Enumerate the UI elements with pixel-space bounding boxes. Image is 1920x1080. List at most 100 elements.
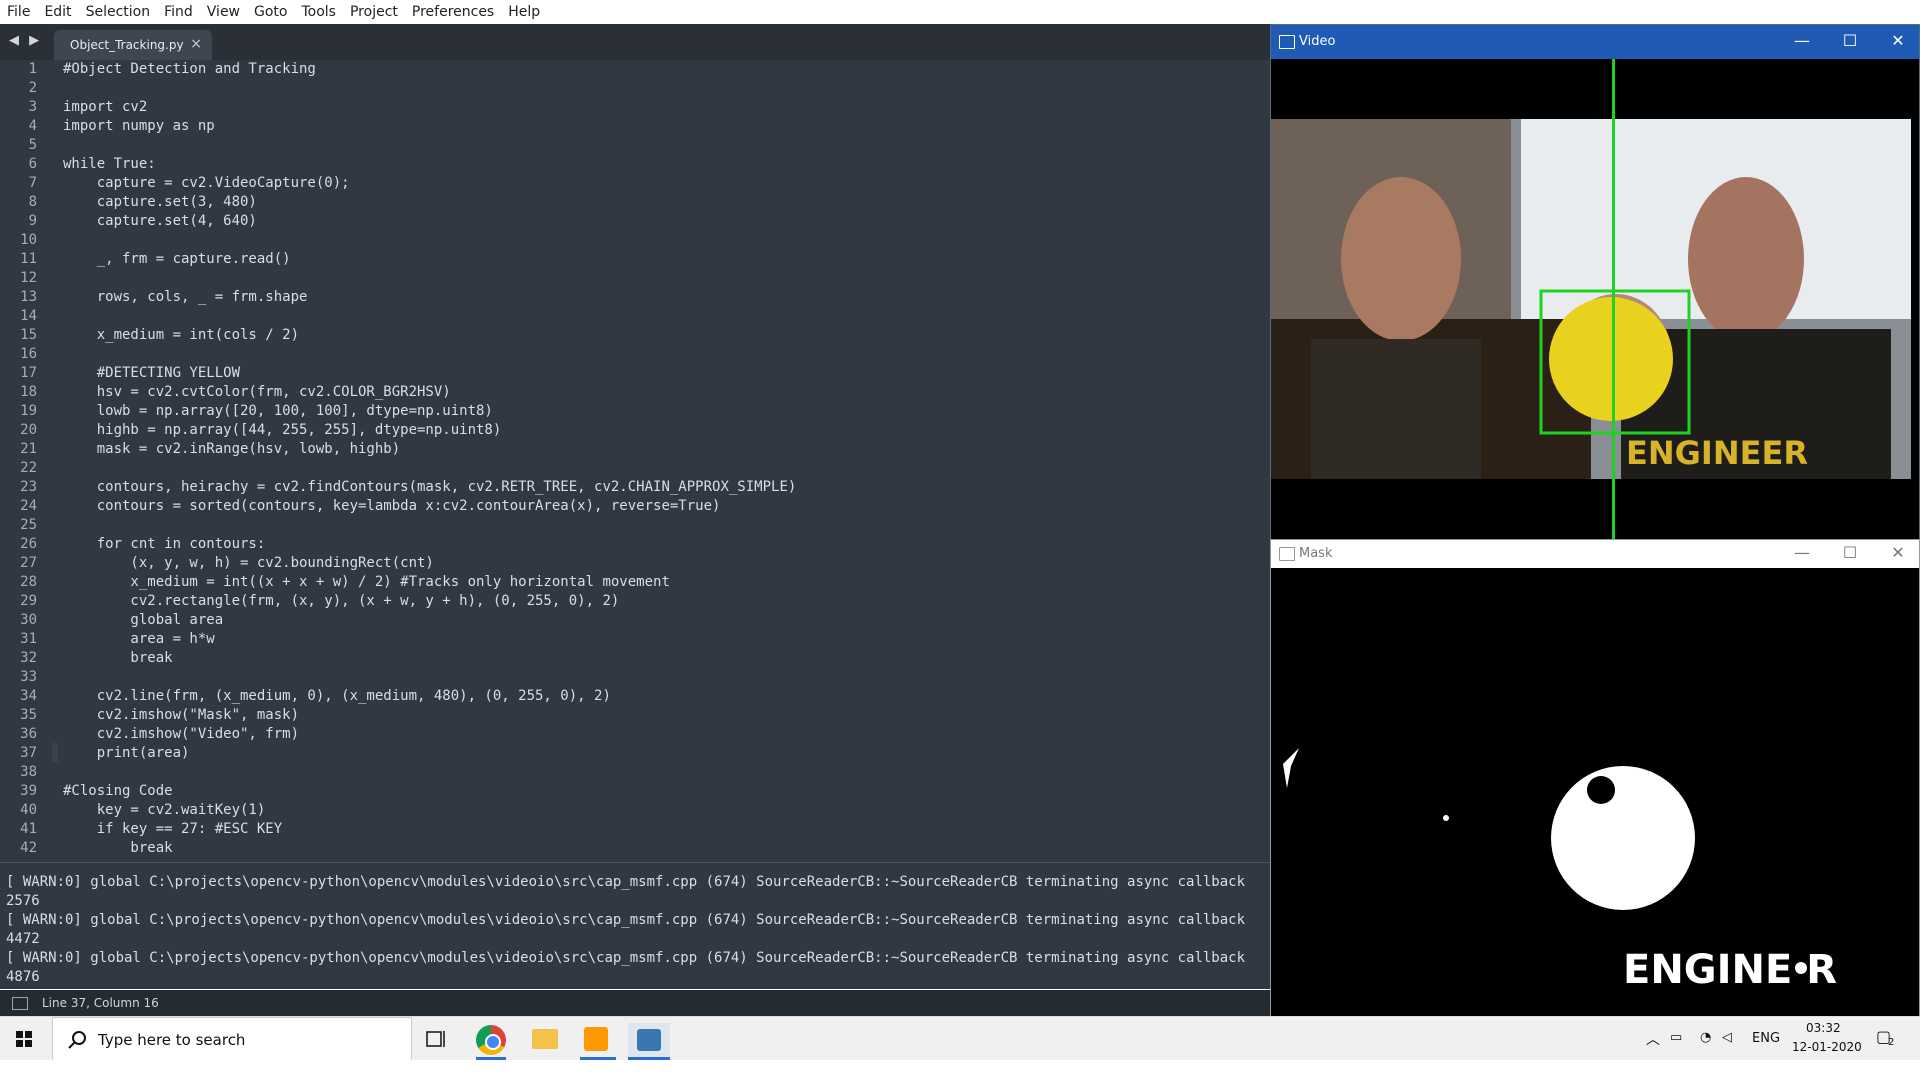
code-line: cv2.imshow("Mask", mask) — [63, 707, 300, 723]
line-number: 31 — [20, 631, 37, 647]
clock-date[interactable]: 12-01-2020 — [1792, 1040, 1862, 1054]
menu-preferences[interactable]: Preferences — [405, 4, 501, 20]
line-number: 33 — [20, 669, 37, 685]
language-indicator[interactable]: ENG — [1752, 1031, 1780, 1046]
python-app-button[interactable] — [628, 1023, 670, 1061]
code-line: hsv = cv2.cvtColor(frm, cv2.COLOR_BGR2HS… — [63, 384, 451, 400]
line-number: 26 — [20, 536, 37, 552]
menu-edit[interactable]: Edit — [37, 4, 78, 20]
line-number: 37 — [20, 745, 37, 761]
python-icon — [637, 1029, 661, 1051]
code-line: while True: — [63, 156, 156, 172]
menu-tools[interactable]: Tools — [294, 4, 343, 20]
menu-view[interactable]: View — [200, 4, 247, 20]
warning-line: [ WARN:0] global C:\projects\opencv-pyth… — [6, 950, 1246, 966]
search-placeholder: Type here to search — [98, 1031, 246, 1049]
warning-line: [ WARN:0] global C:\projects\opencv-pyth… — [6, 874, 1246, 890]
tab-label: Object_Tracking.py — [70, 38, 184, 52]
line-number: 1 — [28, 61, 37, 77]
line-number: 21 — [20, 441, 37, 457]
code-line: _, frm = capture.read() — [63, 251, 291, 267]
tab-object-tracking[interactable]: Object_Tracking.py × — [54, 30, 212, 60]
task-view-icon[interactable] — [426, 1029, 448, 1049]
mask-window-title: Mask — [1299, 546, 1333, 561]
mask-titlebar[interactable]: Mask — ☐ ✕ — [1271, 540, 1919, 568]
line-number: 3 — [28, 99, 37, 115]
code-line: cv2.rectangle(frm, (x, y), (x + w, y + h… — [63, 593, 620, 609]
code-line: #Closing Code — [63, 783, 173, 799]
line-number: 19 — [20, 403, 37, 419]
menu-selection[interactable]: Selection — [79, 4, 158, 20]
maximize-icon[interactable]: ☐ — [1835, 543, 1865, 562]
clock-time[interactable]: 03:32 — [1806, 1021, 1841, 1035]
printed-area-value: 4876 — [6, 969, 40, 985]
line-number: 27 — [20, 555, 37, 571]
minimize-icon[interactable]: — — [1787, 31, 1817, 50]
code-line: for cnt in contours: — [63, 536, 266, 552]
menu-project[interactable]: Project — [343, 4, 405, 20]
line-number: 40 — [20, 802, 37, 818]
code-line: area = h*w — [63, 631, 215, 647]
file-explorer-icon[interactable] — [532, 1029, 558, 1049]
line-number: 13 — [20, 289, 37, 305]
close-icon[interactable]: ✕ — [1883, 31, 1913, 50]
svg-text:ENGINEER: ENGINEER — [1626, 434, 1808, 472]
menu-help[interactable]: Help — [501, 4, 547, 20]
line-number: 11 — [20, 251, 37, 267]
line-number: 28 — [20, 574, 37, 590]
menu-find[interactable]: Find — [157, 4, 200, 20]
mask-window[interactable]: Mask — ☐ ✕ ENGINE R — [1270, 539, 1920, 1018]
webcam-image: ENGINEER — [1271, 59, 1919, 540]
code-line: contours, heirachy = cv2.findContours(ma… — [63, 479, 797, 495]
chevron-up-icon[interactable]: ︿ — [1646, 1029, 1660, 1049]
line-number: 23 — [20, 479, 37, 495]
taskbar-search[interactable]: Type here to search — [52, 1017, 412, 1061]
code-editor[interactable]: 1 2 3 4 5 6 7 8 9 10 11 12 13 14 15 16 17 18 19 20 21 22 23 24 2… — [0, 60, 1270, 862]
screen-bottom-margin — [0, 1060, 1920, 1080]
line-number: 22 — [20, 460, 37, 476]
line-number: 2 — [28, 80, 37, 96]
nav-arrows[interactable]: ◀ ▶ — [9, 33, 42, 48]
windows-start-icon[interactable] — [16, 1031, 32, 1047]
video-titlebar[interactable]: Video — ☐ ✕ — [1271, 25, 1919, 59]
menu-file[interactable]: File — [0, 4, 37, 20]
windows-taskbar: Type here to search ︿ ▭ ◔ ◁ ENG 03:32 12… — [0, 1016, 1920, 1061]
menu-goto[interactable]: Goto — [247, 4, 294, 20]
code-line: break — [63, 650, 173, 666]
line-number: 42 — [20, 840, 37, 856]
video-window[interactable]: Video — ☐ ✕ ENGINEER — [1270, 24, 1920, 541]
mask-image: ENGINE R — [1271, 568, 1919, 1017]
warning-line: [ WARN:0] global C:\projects\opencv-pyth… — [6, 912, 1246, 928]
build-output-console[interactable]: [ WARN:0] global C:\projects\opencv-pyth… — [0, 862, 1270, 989]
line-number: 30 — [20, 612, 37, 628]
maximize-icon[interactable]: ☐ — [1835, 31, 1865, 50]
line-number-gutter: 1 2 3 4 5 6 7 8 9 10 11 12 13 14 15 16 17 18 19 20 21 22 23 24 2… — [0, 60, 52, 862]
code-line: #Object Detection and Tracking — [63, 61, 316, 77]
battery-icon[interactable]: ▭ — [1670, 1030, 1682, 1045]
line-number: 38 — [20, 764, 37, 780]
line-number: 24 — [20, 498, 37, 514]
code-line: x_medium = int(cols / 2) — [63, 327, 300, 343]
code-line: cv2.imshow("Video", frm) — [63, 726, 300, 742]
line-number: 39 — [20, 783, 37, 799]
wifi-icon[interactable]: ◔ — [1700, 1030, 1711, 1045]
minimize-icon[interactable]: — — [1787, 543, 1817, 562]
code-line: break — [63, 840, 173, 856]
window-icon — [1279, 547, 1295, 561]
sublime-text-icon[interactable] — [584, 1027, 608, 1051]
line-number: 36 — [20, 726, 37, 742]
code-line: import cv2 — [63, 99, 148, 115]
line-number: 6 — [28, 156, 37, 172]
tab-close-icon[interactable]: × — [190, 36, 202, 52]
video-frame: ENGINEER — [1271, 59, 1919, 540]
chrome-icon[interactable] — [476, 1025, 506, 1055]
line-number: 17 — [20, 365, 37, 381]
line-number: 29 — [20, 593, 37, 609]
close-icon[interactable]: ✕ — [1883, 543, 1913, 562]
panel-toggle-icon[interactable] — [12, 997, 28, 1010]
line-number: 10 — [20, 232, 37, 248]
video-window-title: Video — [1299, 34, 1336, 49]
volume-icon[interactable]: ◁ — [1722, 1030, 1732, 1045]
code-line: import numpy as np — [63, 118, 215, 134]
code-line: capture = cv2.VideoCapture(0); — [63, 175, 350, 191]
